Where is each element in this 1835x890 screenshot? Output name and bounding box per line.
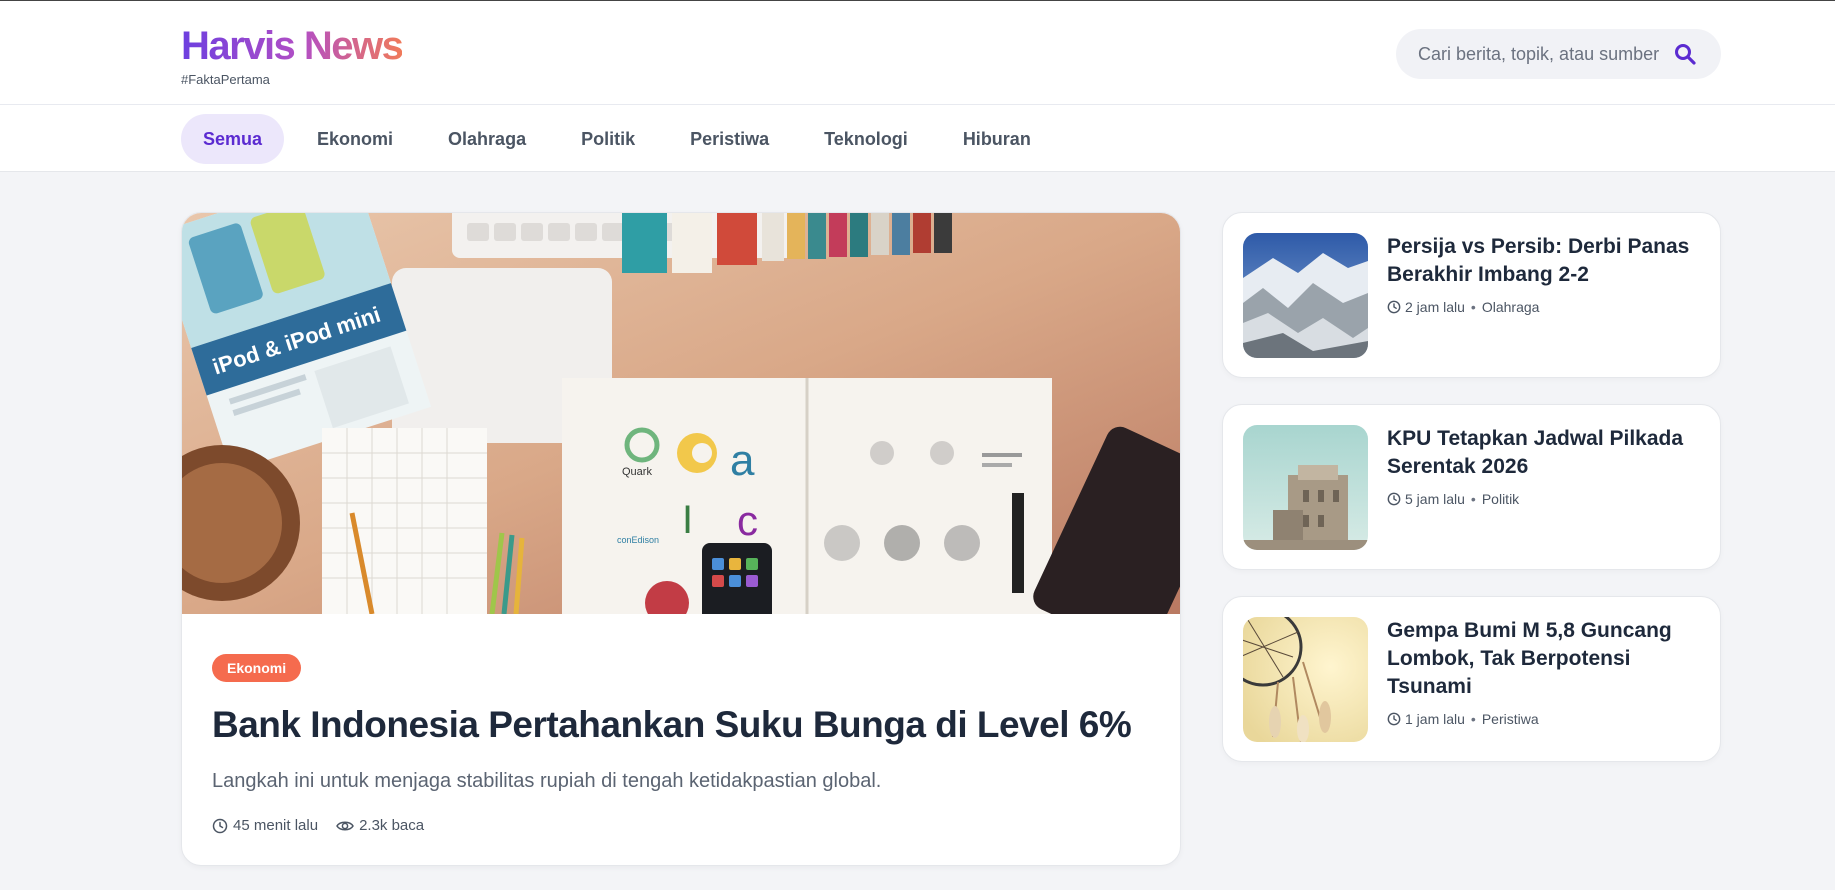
svg-text:I: I: [682, 498, 693, 542]
clock-icon: [1387, 712, 1401, 726]
news-thumbnail[interactable]: [1243, 233, 1368, 358]
side-news-card[interactable]: KPU Tetapkan Jadwal Pilkada Serentak 202…: [1222, 404, 1721, 570]
site-header: Harvis News #FaktaPertama: [0, 1, 1835, 105]
search-icon[interactable]: [1673, 42, 1697, 66]
svg-text:a: a: [730, 436, 755, 485]
featured-title[interactable]: Bank Indonesia Pertahankan Suku Bunga di…: [212, 704, 1150, 746]
nav-tab-semua[interactable]: Semua: [181, 113, 285, 164]
desk-photo: iPod & iPod mini Quark a conEdison I c: [182, 213, 1180, 614]
side-news-meta: 2 jam lalu • Olahraga: [1387, 299, 1700, 315]
side-news-meta: 5 jam lalu • Politik: [1387, 491, 1700, 507]
search-bar[interactable]: [1396, 29, 1721, 79]
separator-dot: •: [1470, 711, 1476, 727]
category-nav: Semua Ekonomi Olahraga Politik Peristiwa…: [0, 105, 1835, 172]
clock-icon: [1387, 300, 1401, 314]
side-news-list: Persija vs Persib: Derbi Panas Berakhir …: [1222, 212, 1721, 788]
clock-icon: [212, 818, 228, 833]
featured-article-card[interactable]: iPod & iPod mini Quark a conEdison I c E…: [181, 212, 1181, 866]
site-tagline: #FaktaPertama: [181, 72, 270, 87]
eye-icon: [336, 821, 354, 830]
featured-description: Langkah ini untuk menjaga stabilitas rup…: [212, 770, 882, 792]
nav-tab-hiburan[interactable]: Hiburan: [941, 114, 1053, 164]
news-thumbnail[interactable]: [1243, 617, 1368, 742]
side-news-category[interactable]: Peristiwa: [1482, 711, 1539, 727]
nav-tab-olahraga[interactable]: Olahraga: [426, 114, 548, 164]
separator-dot: •: [1470, 299, 1476, 315]
site-logo[interactable]: Harvis News: [181, 23, 404, 69]
side-news-meta: 1 jam lalu • Peristiwa: [1387, 711, 1700, 727]
featured-time: 45 menit lalu: [212, 817, 318, 834]
nav-tab-teknologi[interactable]: Teknologi: [802, 114, 930, 164]
ruins-photo: [1243, 425, 1368, 550]
side-news-card[interactable]: Gempa Bumi M 5,8 Guncang Lombok, Tak Ber…: [1222, 596, 1721, 762]
nav-tab-peristiwa[interactable]: Peristiwa: [668, 114, 791, 164]
featured-meta: 45 menit lalu 2.3k baca: [212, 817, 1150, 834]
separator-dot: •: [1470, 491, 1476, 507]
featured-views-text: 2.3k baca: [359, 817, 425, 834]
dreamcatcher-photo: [1243, 617, 1368, 742]
nav-tab-ekonomi[interactable]: Ekonomi: [295, 114, 415, 164]
search-input[interactable]: [1418, 43, 1666, 65]
featured-time-text: 45 menit lalu: [233, 817, 319, 834]
brand-quark: Quark: [622, 466, 652, 478]
nav-tab-politik[interactable]: Politik: [559, 114, 657, 164]
side-news-card[interactable]: Persija vs Persib: Derbi Panas Berakhir …: [1222, 212, 1721, 378]
side-news-category[interactable]: Politik: [1482, 491, 1519, 507]
side-news-title[interactable]: Gempa Bumi M 5,8 Guncang Lombok, Tak Ber…: [1387, 617, 1700, 701]
side-news-time: 5 jam lalu: [1405, 491, 1465, 507]
side-news-time: 1 jam lalu: [1405, 711, 1465, 727]
clock-icon: [1387, 492, 1401, 506]
side-news-title[interactable]: KPU Tetapkan Jadwal Pilkada Serentak 202…: [1387, 425, 1700, 481]
news-thumbnail[interactable]: [1243, 425, 1368, 550]
side-news-time: 2 jam lalu: [1405, 299, 1465, 315]
side-news-category[interactable]: Olahraga: [1482, 299, 1540, 315]
category-badge[interactable]: Ekonomi: [212, 654, 302, 682]
svg-text:c: c: [737, 497, 758, 544]
brand-conedison: conEdison: [617, 535, 659, 545]
side-news-title[interactable]: Persija vs Persib: Derbi Panas Berakhir …: [1387, 233, 1700, 289]
featured-views: 2.3k baca: [336, 817, 424, 834]
featured-article-image[interactable]: iPod & iPod mini Quark a conEdison I c: [182, 213, 1180, 614]
mountain-photo: [1243, 233, 1368, 358]
